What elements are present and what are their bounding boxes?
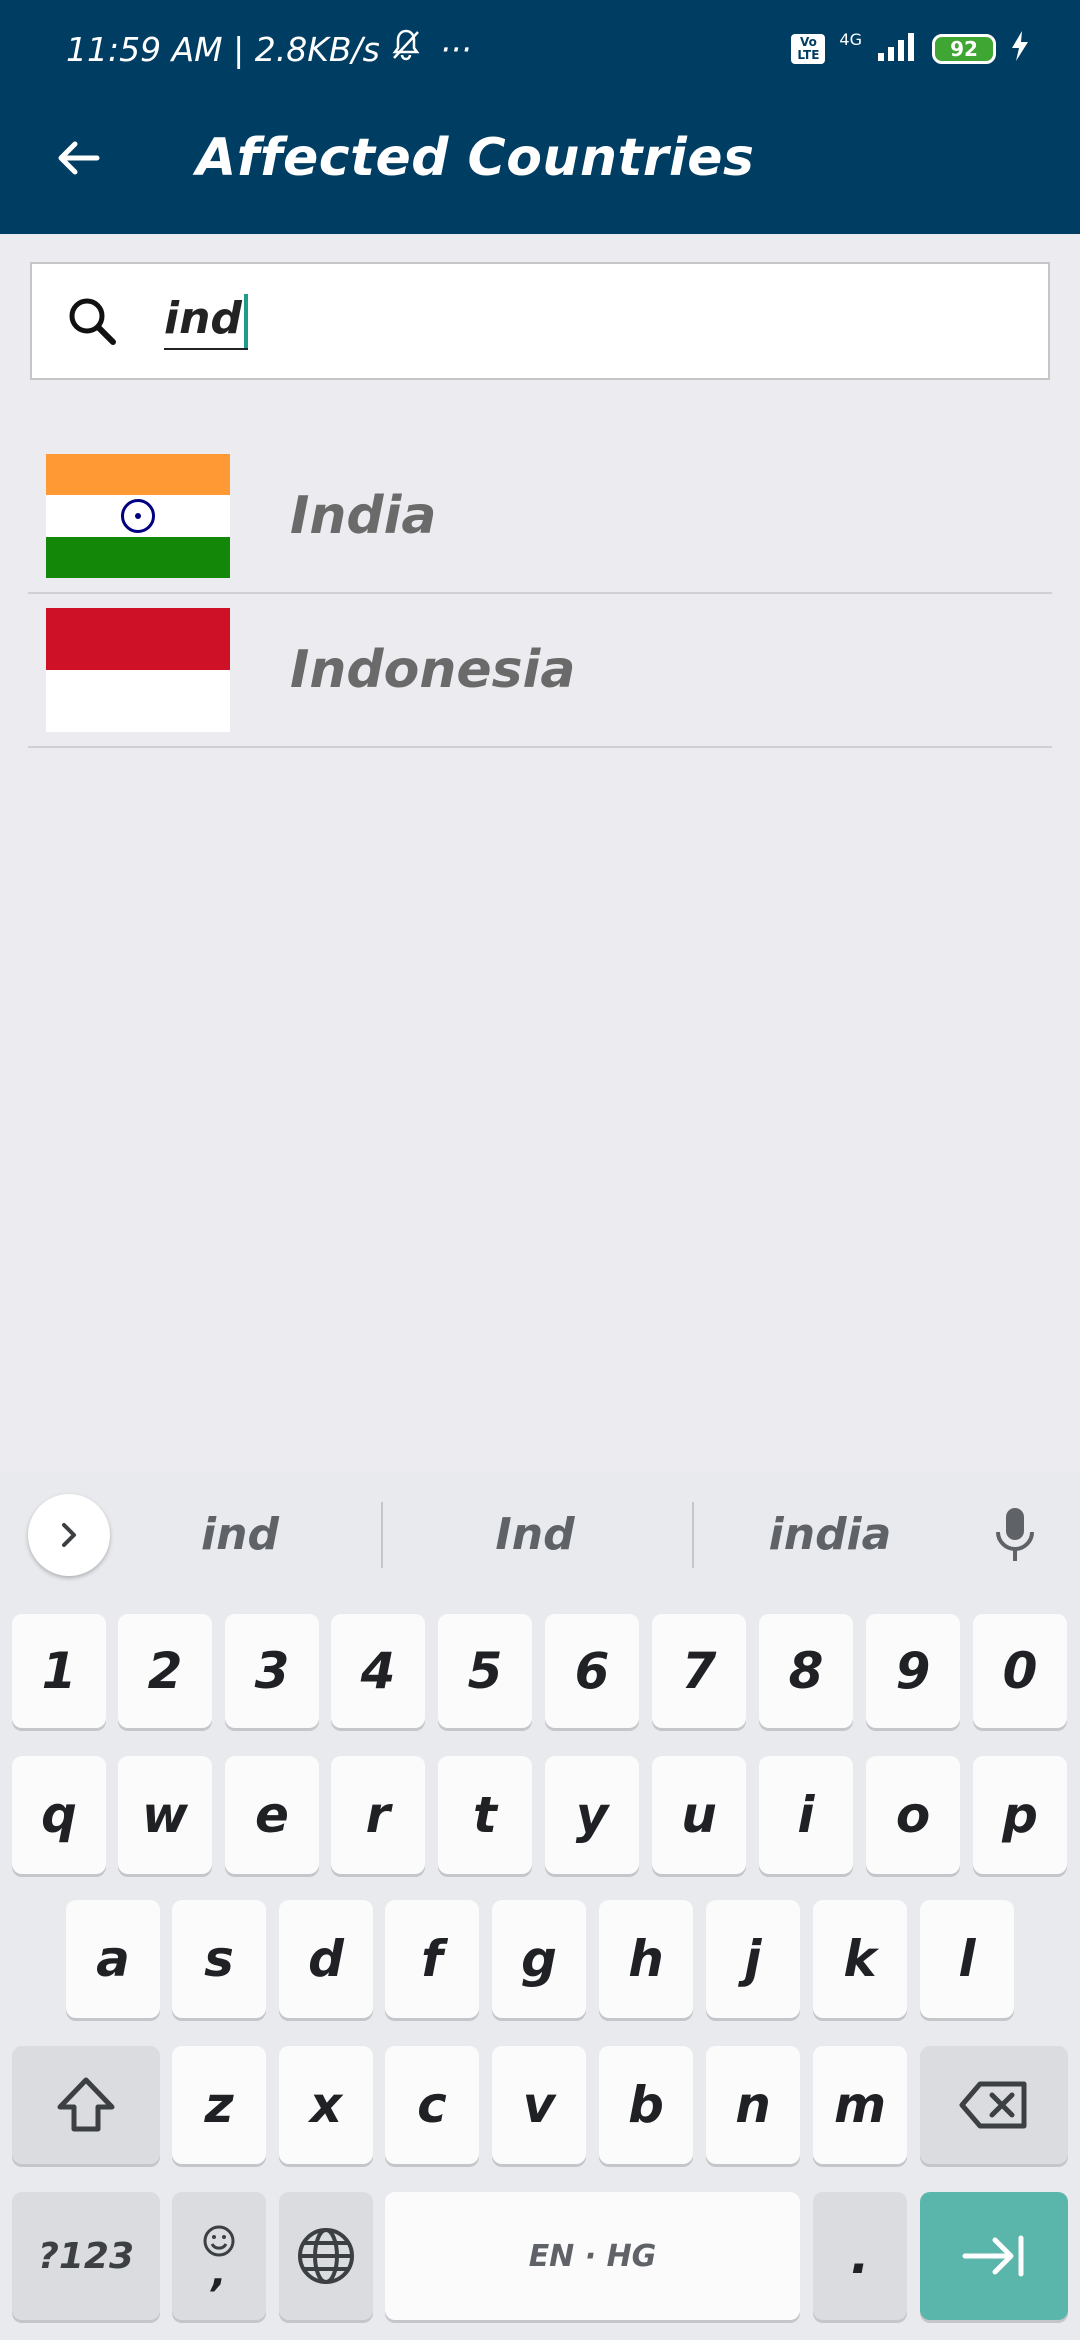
backspace-key[interactable] — [920, 2046, 1068, 2164]
signal-icon — [876, 30, 918, 69]
country-list: India Indonesia — [28, 440, 1052, 748]
key-d[interactable]: d — [279, 1900, 373, 2018]
search-field[interactable]: ind — [30, 262, 1050, 380]
key-y[interactable]: y — [545, 1756, 639, 1874]
key-f[interactable]: f — [385, 1900, 479, 2018]
text-caret — [243, 293, 248, 348]
arrow-right-to-bar-icon — [962, 2235, 1024, 2277]
key-q[interactable]: q — [12, 1756, 106, 1874]
key-z[interactable]: z — [172, 2046, 266, 2164]
country-name: India — [290, 486, 437, 546]
suggestion-1[interactable]: ind — [90, 1500, 390, 1570]
key-r[interactable]: r — [331, 1756, 425, 1874]
page-title: Affected Countries — [196, 128, 755, 188]
key-0[interactable]: 0 — [973, 1614, 1067, 1728]
status-time-speed: 11:59 AM | 2.8KB/s — [66, 29, 380, 69]
language-key[interactable] — [279, 2192, 373, 2320]
space-key[interactable]: EN · HG — [385, 2192, 800, 2320]
shift-icon — [57, 2077, 115, 2132]
suggestion-divider — [381, 1502, 383, 1568]
key-1[interactable]: 1 — [12, 1614, 106, 1728]
key-p[interactable]: p — [973, 1756, 1067, 1874]
key-j[interactable]: j — [706, 1900, 800, 2018]
indonesia-flag-icon — [46, 608, 230, 732]
key-h[interactable]: h — [599, 1900, 693, 2018]
key-t[interactable]: t — [438, 1756, 532, 1874]
key-k[interactable]: k — [813, 1900, 907, 2018]
key-a[interactable]: a — [66, 1900, 160, 2018]
charging-icon — [1010, 30, 1030, 69]
key-b[interactable]: b — [599, 2046, 693, 2164]
microphone-button[interactable] — [980, 1500, 1050, 1570]
key-e[interactable]: e — [225, 1756, 319, 1874]
suggestion-bar: ind Ind india — [0, 1472, 1080, 1596]
search-input[interactable]: ind — [164, 293, 248, 350]
search-icon — [62, 291, 122, 351]
chevron-right-icon — [62, 1523, 76, 1547]
symbols-key[interactable]: ?123 — [12, 2192, 160, 2320]
key-s[interactable]: s — [172, 1900, 266, 2018]
period-key[interactable]: . — [813, 2192, 907, 2320]
india-flag-icon — [46, 454, 230, 578]
key-6[interactable]: 6 — [545, 1614, 639, 1728]
key-8[interactable]: 8 — [759, 1614, 853, 1728]
key-9[interactable]: 9 — [866, 1614, 960, 1728]
battery-icon: 92 — [932, 34, 996, 64]
key-n[interactable]: n — [706, 2046, 800, 2164]
enter-key[interactable] — [920, 2192, 1068, 2320]
more-dots: ··· — [439, 29, 472, 69]
key-x[interactable]: x — [279, 2046, 373, 2164]
list-item-india[interactable]: India — [28, 440, 1052, 594]
key-v[interactable]: v — [492, 2046, 586, 2164]
status-bar: 11:59 AM | 2.8KB/s ··· Vo LTE 4G 92 — [66, 26, 1030, 72]
key-5[interactable]: 5 — [438, 1614, 532, 1728]
keyboard: ind Ind india 1 2 3 4 5 6 7 8 9 0 q w e … — [0, 1472, 1080, 2340]
microphone-icon — [996, 1508, 1034, 1561]
key-c[interactable]: c — [385, 2046, 479, 2164]
key-o[interactable]: o — [866, 1756, 960, 1874]
shift-key[interactable] — [12, 2046, 160, 2164]
app-bar: Affected Countries — [0, 118, 1080, 198]
key-4[interactable]: 4 — [331, 1614, 425, 1728]
key-3[interactable]: 3 — [225, 1614, 319, 1728]
list-item-indonesia[interactable]: Indonesia — [28, 594, 1052, 748]
back-button[interactable] — [38, 118, 118, 198]
network-label: 4G — [839, 29, 862, 49]
key-g[interactable]: g — [492, 1900, 586, 2018]
key-2[interactable]: 2 — [118, 1614, 212, 1728]
key-l[interactable]: l — [920, 1900, 1014, 2018]
country-name: Indonesia — [290, 640, 576, 700]
arrow-left-icon — [58, 141, 100, 175]
key-i[interactable]: i — [759, 1756, 853, 1874]
key-u[interactable]: u — [652, 1756, 746, 1874]
key-7[interactable]: 7 — [652, 1614, 746, 1728]
volte-icon: Vo LTE — [791, 34, 826, 64]
key-m[interactable]: m — [813, 2046, 907, 2164]
key-w[interactable]: w — [118, 1756, 212, 1874]
emoji-comma-key[interactable]: , — [172, 2192, 266, 2320]
top-bar: 11:59 AM | 2.8KB/s ··· Vo LTE 4G 92 Affec… — [0, 0, 1080, 234]
suggestion-2[interactable]: Ind — [385, 1500, 685, 1570]
mute-bell-icon — [390, 28, 422, 70]
suggestion-3[interactable]: india — [680, 1500, 980, 1570]
backspace-icon — [959, 2081, 1027, 2129]
globe-icon — [298, 2228, 354, 2284]
